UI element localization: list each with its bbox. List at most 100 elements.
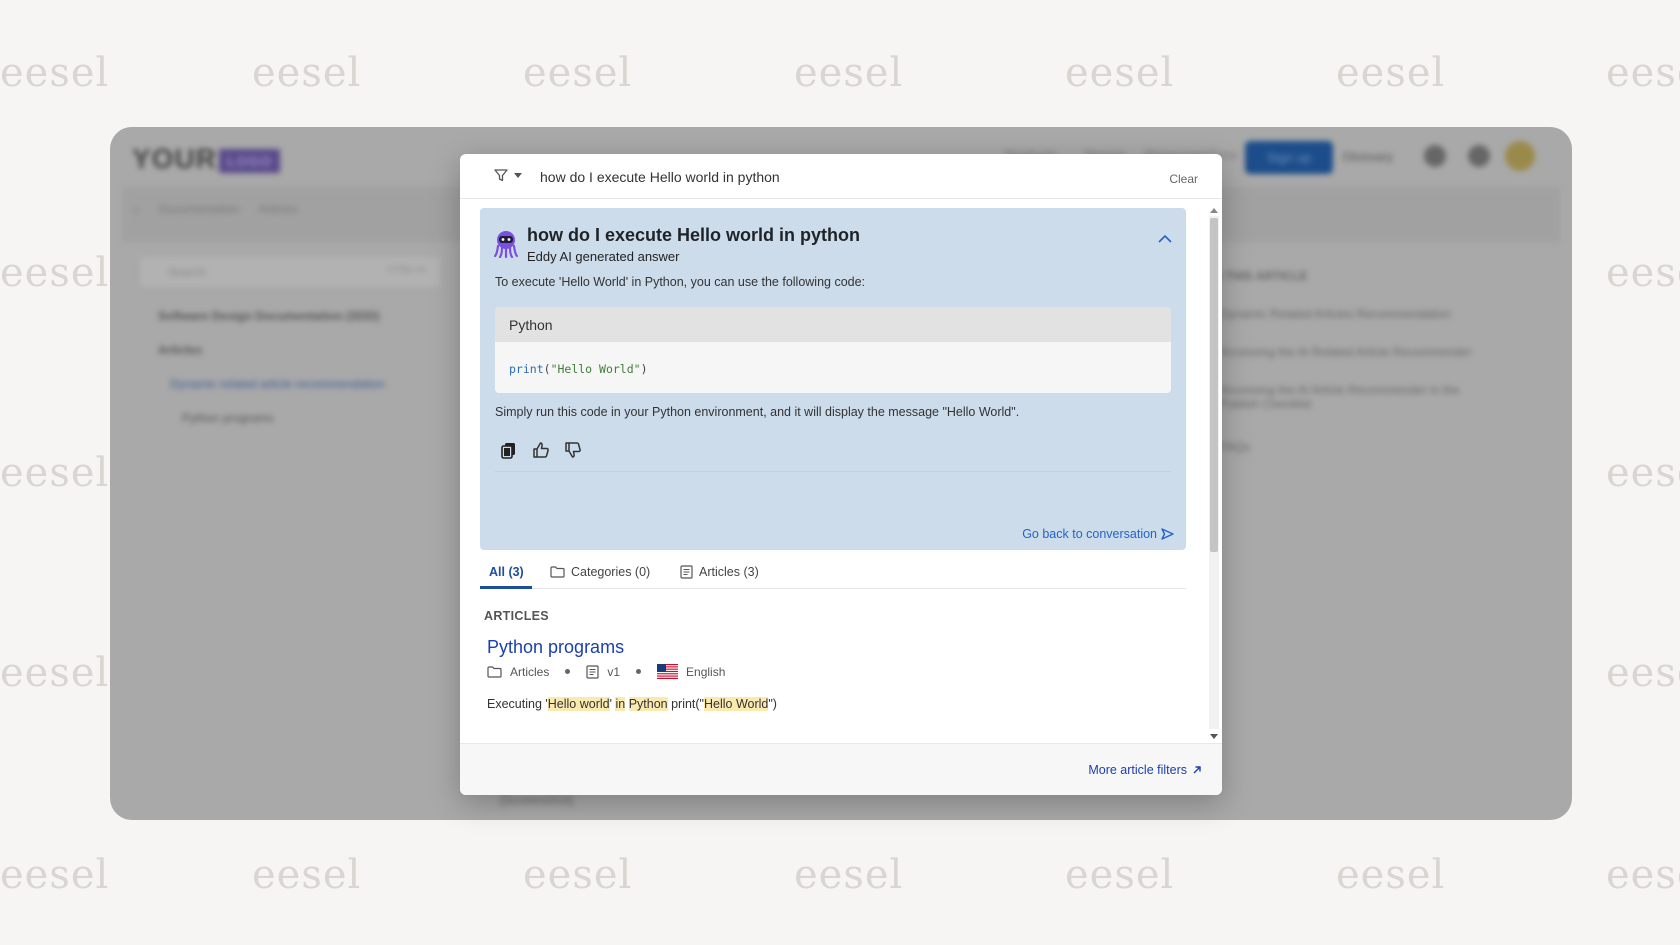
tree-item-active[interactable]: Dynamic related article recommendation	[170, 377, 385, 391]
result-tabs: All (3) Categories (0) Articles (3)	[480, 561, 1186, 589]
snippet-text: print("	[667, 697, 704, 711]
theme-toggle-icon[interactable]	[1468, 145, 1490, 167]
toc-item[interactable]: FAQs	[1220, 440, 1250, 454]
toc-title: IN THIS ARTICLE	[1210, 269, 1308, 283]
scrollbar-thumb[interactable]	[1210, 218, 1218, 552]
folder-icon	[487, 665, 502, 678]
watermark: eesel	[523, 50, 633, 96]
tab-label: All (3)	[489, 565, 524, 579]
filter-button[interactable]	[494, 169, 522, 182]
thumbs-up-icon[interactable]	[532, 441, 550, 459]
tree-item-folder[interactable]: Articles	[158, 343, 202, 357]
search-shortcut: CTRL+K	[387, 265, 426, 276]
separator-dot	[565, 669, 571, 674]
ai-answer-actions	[500, 441, 582, 459]
watermark: eesel	[1606, 450, 1680, 496]
us-flag-icon	[657, 664, 679, 679]
tab-all[interactable]: All (3)	[489, 565, 524, 579]
snippet-highlight: Hello World	[704, 697, 769, 711]
search-bar: Clear	[460, 154, 1222, 199]
more-article-filters-link[interactable]: More article filters	[1088, 763, 1202, 777]
article-meta: Articles v1 English	[487, 664, 725, 679]
external-arrow-icon	[1193, 766, 1201, 774]
active-tab-indicator	[480, 586, 532, 589]
toc-item[interactable]: Dynamic Related Articles Recommendation	[1220, 307, 1451, 321]
logo-chip: LOGO	[218, 148, 281, 173]
modal-footer: More article filters	[460, 743, 1222, 795]
scroll-down-arrow[interactable]	[1210, 734, 1218, 739]
breadcrumb-item[interactable]: Articles	[259, 202, 298, 216]
tab-categories[interactable]: Categories (0)	[550, 565, 650, 579]
avatar[interactable]	[1505, 141, 1535, 171]
watermark: eesel	[1065, 50, 1175, 96]
home-icon[interactable]: ⌂	[132, 202, 139, 216]
copy-icon[interactable]	[500, 441, 518, 459]
clear-button[interactable]: Clear	[1169, 172, 1198, 186]
article-version: v1	[607, 664, 621, 679]
chevron-up-icon[interactable]	[1158, 234, 1172, 243]
watermark: eesel	[0, 650, 110, 696]
tab-articles[interactable]: Articles (3)	[680, 565, 759, 579]
ai-answer-subtitle: Eddy AI generated answer	[527, 249, 680, 264]
folder-icon	[550, 566, 565, 578]
logo-text: YOUR	[132, 143, 217, 174]
watermark: eesel	[0, 50, 110, 96]
ai-answer-outro: Simply run this code in your Python envi…	[495, 405, 1020, 419]
announcement-icon[interactable]	[1424, 145, 1446, 167]
code-block: Python print("Hello World")	[495, 307, 1171, 393]
watermark: eesel	[1336, 852, 1446, 898]
site-logo: YOUR LOGO	[132, 143, 281, 175]
watermark: eesel	[1606, 250, 1680, 296]
send-arrow-icon	[1161, 528, 1174, 540]
watermark: eesel	[1606, 50, 1680, 96]
go-back-to-conversation-link[interactable]: Go back to conversation	[1022, 527, 1174, 541]
tree-item[interactable]: Python programs	[182, 411, 273, 425]
search-input[interactable]	[540, 162, 1100, 192]
scroll-up-arrow[interactable]	[1210, 208, 1218, 213]
article-snippet: Executing 'Hello world' in Python print(…	[487, 697, 777, 711]
watermark: eesel	[1065, 852, 1175, 898]
ai-answer-card: how do I execute Hello world in python E…	[480, 208, 1186, 550]
snippet-highlight: in	[615, 697, 626, 711]
code-language-label: Python	[495, 307, 1171, 342]
signup-button[interactable]: Sign up	[1245, 141, 1334, 174]
watermark: eesel	[252, 852, 362, 898]
watermark: eesel	[252, 50, 362, 96]
watermark: eesel	[794, 852, 904, 898]
tab-label: Articles (3)	[699, 565, 759, 579]
watermark: eesel	[0, 250, 110, 296]
article-result-title[interactable]: Python programs	[487, 637, 624, 658]
code-paren: )	[640, 362, 648, 376]
results-scroll-area[interactable]: how do I execute Hello world in python E…	[460, 199, 1222, 739]
code-paren: (	[543, 362, 551, 376]
snippet-highlight: Hello world	[547, 697, 610, 711]
code-function: print	[509, 362, 544, 376]
tab-label: Categories (0)	[571, 565, 651, 579]
toc-item[interactable]: Accessing the AI Related Article Recomme…	[1220, 345, 1471, 359]
breadcrumb-item[interactable]: Documentation	[159, 202, 240, 216]
watermark: eesel	[0, 450, 110, 496]
glossary-link[interactable]: Glossary	[1342, 149, 1393, 164]
thumbs-down-icon[interactable]	[564, 441, 582, 459]
watermark: eesel	[523, 852, 633, 898]
divider	[495, 471, 1171, 472]
snippet-highlight: Python	[628, 697, 668, 711]
search-modal: Clear how do I execute Hello world in py…	[460, 154, 1222, 795]
code-content: print("Hello World")	[495, 342, 1171, 393]
back-link-label: Go back to conversation	[1022, 527, 1157, 541]
snippet-text: Executing '	[487, 697, 548, 711]
eddy-ai-avatar-icon	[494, 231, 518, 258]
version-icon	[586, 664, 599, 679]
code-string: "Hello World"	[550, 362, 641, 376]
more-filters-label: More article filters	[1088, 763, 1187, 777]
watermark: eesel	[0, 852, 110, 898]
caret-down-icon	[514, 173, 522, 178]
toc-item[interactable]: Accessing the AI Article Recommender in …	[1220, 383, 1490, 411]
tree-item-root[interactable]: Software Design Documentation (SDD)	[158, 309, 379, 323]
watermark: eesel	[794, 50, 904, 96]
separator-dot	[636, 669, 642, 674]
ai-answer-intro: To execute 'Hello World' in Python, you …	[495, 275, 866, 289]
sidebar-search-input[interactable]: Search CTRL+K	[140, 257, 440, 287]
scrollbar[interactable]	[1206, 206, 1222, 739]
watermark: eesel	[1606, 852, 1680, 898]
